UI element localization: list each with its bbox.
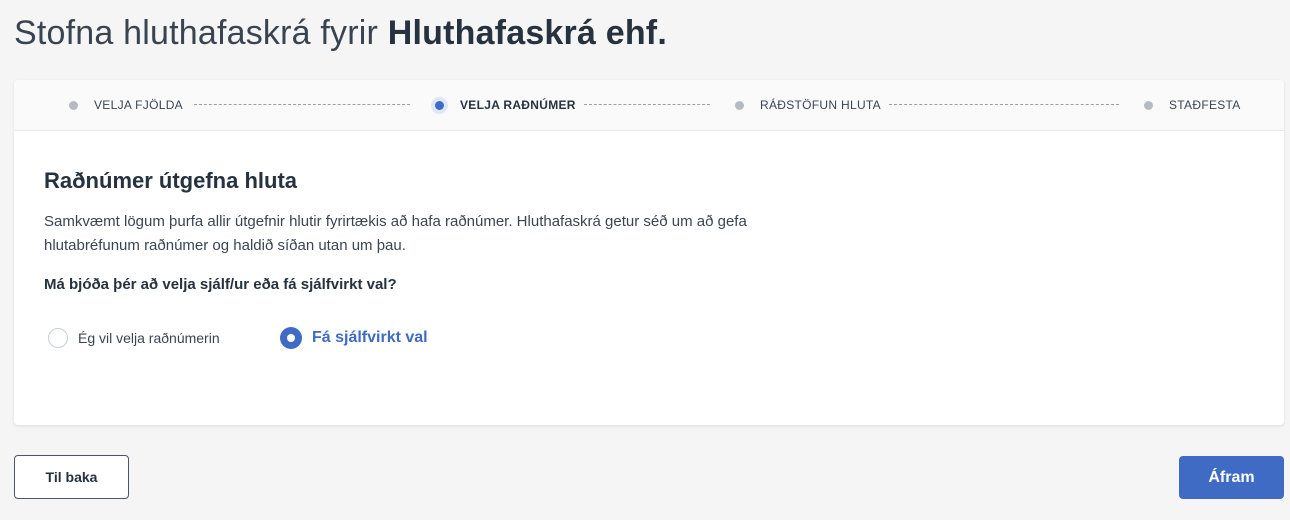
radio-label: Ég vil velja raðnúmerin: [78, 330, 220, 346]
step-velja-fjolda[interactable]: VELJA FJÖLDA: [69, 80, 183, 130]
step-velja-radnumer[interactable]: VELJA RAÐNÚMER: [435, 80, 576, 130]
radio-unchecked-icon[interactable]: [48, 328, 68, 348]
step-label: RÁÐSTÖFUN HLUTA: [760, 98, 881, 112]
wizard-card: VELJA FJÖLDA VELJA RAÐNÚMER RÁÐSTÖFUN HL…: [14, 80, 1284, 425]
step-label: STAÐFESTA: [1169, 98, 1241, 112]
radio-checked-icon[interactable]: [280, 327, 302, 349]
selection-question: Má bjóða þér að velja sjálf/ur eða fá sj…: [44, 276, 397, 293]
step-connector: [584, 104, 710, 105]
step-dot-icon: [69, 100, 78, 110]
step-dot-icon: [1144, 100, 1153, 110]
step-stadfesta[interactable]: STAÐFESTA: [1144, 80, 1241, 130]
step-radstofun-hluta[interactable]: RÁÐSTÖFUN HLUTA: [735, 80, 881, 130]
section-description: Samkvæmt lögum þurfa allir útgefnir hlut…: [44, 213, 747, 254]
back-button[interactable]: Til baka: [14, 455, 129, 499]
next-button[interactable]: Áfram: [1179, 456, 1284, 499]
step-dot-icon: [735, 100, 744, 110]
radio-label: Fá sjálfvirkt val: [312, 329, 428, 346]
radio-manual-selection[interactable]: Ég vil velja raðnúmerin: [48, 326, 220, 350]
step-label: VELJA RAÐNÚMER: [460, 98, 576, 112]
page-title-prefix: Stofna hluthafaskrá fyrir: [14, 14, 379, 52]
step-label: VELJA FJÖLDA: [94, 98, 183, 112]
company-name: Hluthafaskrá ehf.: [387, 14, 667, 52]
stepper: VELJA FJÖLDA VELJA RAÐNÚMER RÁÐSTÖFUN HL…: [14, 80, 1284, 131]
radio-automatic-selection[interactable]: Fá sjálfvirkt val: [280, 326, 428, 350]
page-title: Stofna hluthafaskrá fyrir Hluthafaskrá e…: [14, 14, 667, 53]
step-dot-active-icon: [435, 100, 444, 110]
step-connector: [889, 104, 1119, 105]
step-connector: [194, 104, 410, 105]
section-heading: Raðnúmer útgefna hluta: [44, 168, 298, 193]
